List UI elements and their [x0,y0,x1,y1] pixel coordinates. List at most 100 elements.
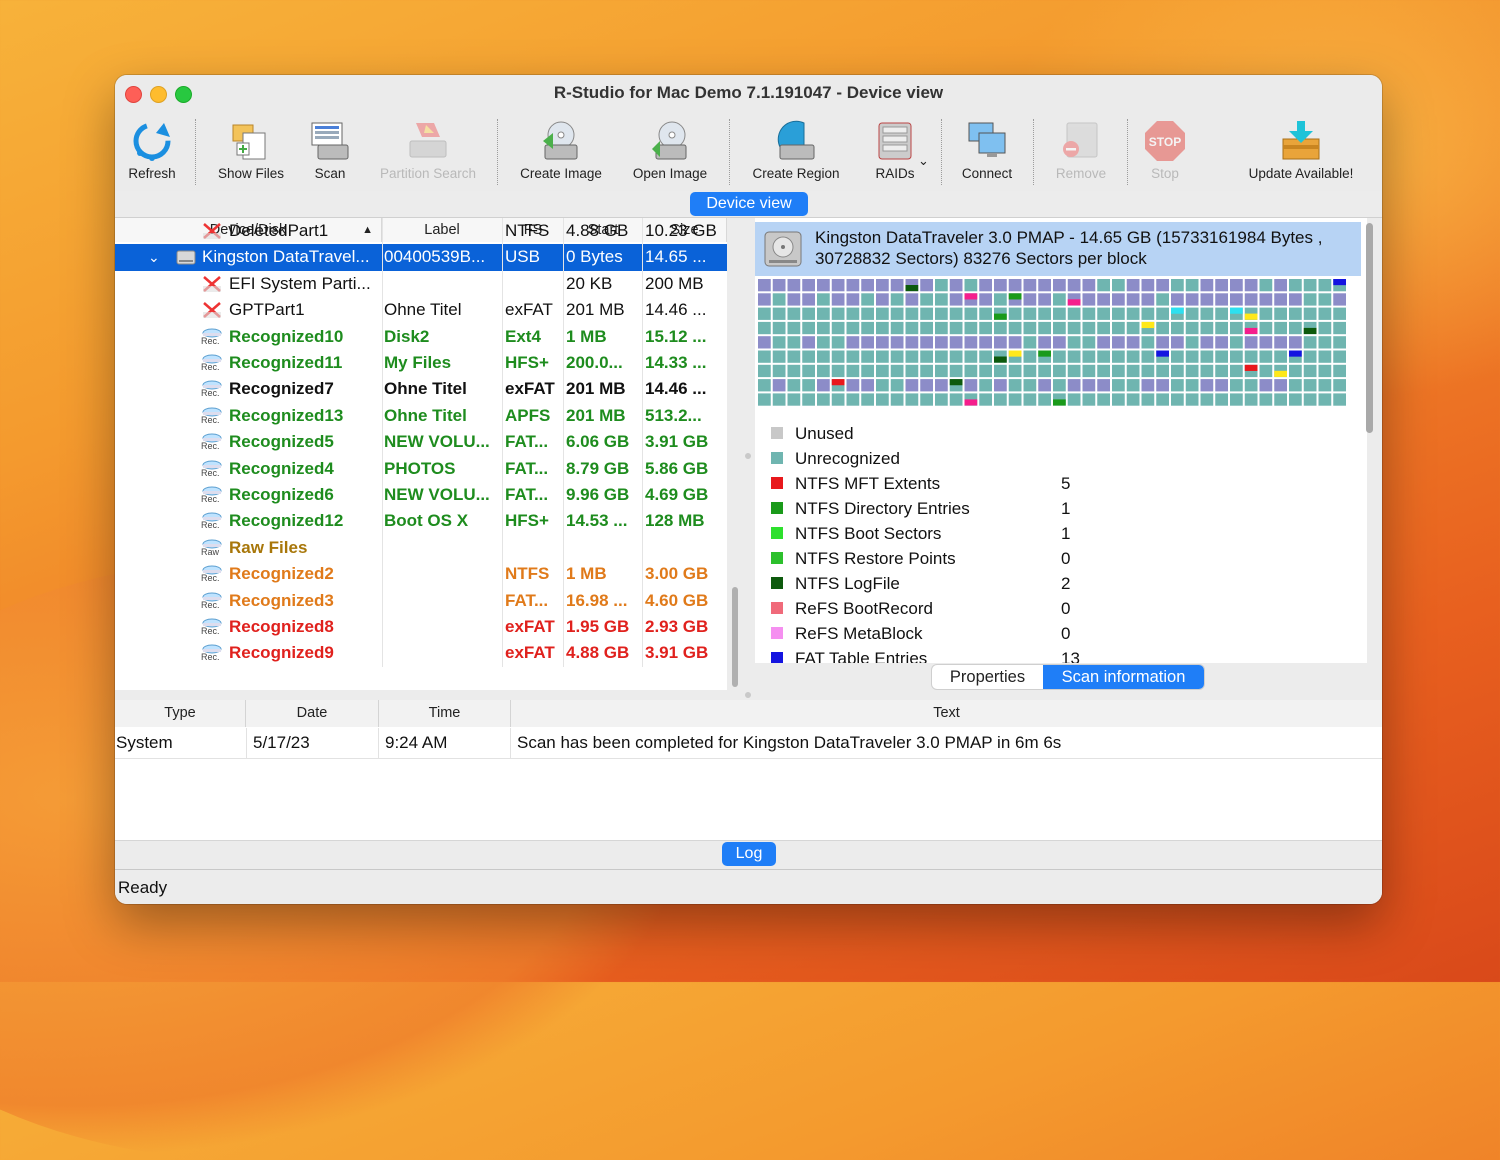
log-column-date[interactable]: Date [246,700,379,727]
disk-block [758,279,771,292]
log-column-time[interactable]: Time [379,700,511,727]
disk-block [1038,279,1051,292]
legend-item: Unused [771,421,1111,446]
splitter-handle[interactable] [745,692,751,698]
connect-button[interactable]: Connect [953,113,1021,191]
table-row[interactable]: Rec. Recognized9 exFAT 4.88 GB 3.91 GB [115,640,727,667]
disk-block [920,393,933,406]
legend-item: FAT Table Entries 13 [771,646,1111,663]
disk-block [861,364,874,378]
tab-device-view[interactable]: Device view [690,192,808,216]
legend-swatch [771,652,783,663]
create-region-button[interactable]: Create Region [743,113,849,191]
log-type: System [116,728,247,758]
table-row[interactable]: Rec. Recognized2 NTFS 1 MB 3.00 GB [115,561,727,588]
disk-block [1053,350,1066,363]
disk-block-marker [1008,293,1022,300]
table-row[interactable]: Rec. Recognized6 NEW VOLU... FAT... 9.96 GB 4… [115,482,727,509]
disk-block [949,336,963,349]
disk-block [1067,379,1081,392]
scan-button[interactable]: Scan [301,113,359,191]
device-table-scrollbar[interactable] [732,587,738,687]
scan-panel-scrollbar[interactable] [1366,223,1373,433]
disk-block [1289,379,1302,392]
chevron-down-icon[interactable]: ⌄ [918,153,929,169]
maximize-window-button[interactable] [175,86,192,103]
disk-block [758,393,771,406]
legend-item: ReFS BootRecord 0 [771,596,1111,621]
tab-properties[interactable]: Properties [932,665,1043,689]
device-size: 14.33 ... [645,353,707,372]
disk-block [1185,279,1199,292]
table-row[interactable]: Rec. Recognized12 Boot OS X HFS+ 14.53 ... 12… [115,508,727,535]
disk-block [1023,279,1037,292]
disk-block [772,321,786,335]
disk-block [1185,321,1199,335]
tab-log[interactable]: Log [722,842,776,866]
toolbar-divider [1033,119,1034,185]
log-column-text[interactable]: Text [511,700,1382,727]
device-name: Kingston DataTravel... [202,244,383,271]
table-row[interactable]: Rec. Recognized4 PHOTOS FAT... 8.79 GB 5.86 G… [115,455,727,482]
update-available-button[interactable]: Update Available! [1237,113,1365,191]
disk-block [1097,350,1110,363]
device-fs: exFAT [503,297,564,324]
device-size: 5.86 GB [645,458,709,478]
table-row[interactable]: Rec. Recognized8 exFAT 1.95 GB 2.93 GB [115,614,727,641]
legend-value: 13 [1061,649,1080,663]
table-row[interactable]: GPTPart1 Ohne Titel exFAT 201 MB 14.46 ... [115,297,727,324]
open-image-button[interactable]: Open Image [623,113,717,191]
table-row[interactable]: Rec. Recognized10 Disk2 Ext4 1 MB 15.12 ... [115,323,727,350]
table-row[interactable]: Raw Raw Files [115,534,727,562]
disk-block [920,364,933,378]
show-files-button[interactable]: Show Files [211,113,291,191]
disk-block [1156,364,1169,378]
disk-map[interactable] [757,278,1353,408]
disk-block [964,364,978,378]
disk-block [1067,321,1081,335]
disk-block [1303,379,1317,392]
partition-search-button[interactable]: Partition Search [367,113,489,191]
raids-button[interactable]: RAIDs [863,113,927,191]
chevron-down-icon[interactable]: ⌄ [148,244,160,270]
disk-block [1156,293,1169,306]
disk-block [1215,393,1228,406]
disk-block [1274,293,1287,306]
disk-block-marker [994,313,1007,320]
remove-button[interactable]: Remove [1045,113,1117,191]
disk-block [772,379,786,392]
table-row[interactable]: ⌄ Kingston DataTravel... 00400539B... USB 0 … [115,244,727,271]
legend-name: Unused [795,424,854,443]
table-row[interactable]: EFI System Parti... 20 KB 200 MB [115,270,727,298]
table-row[interactable]: Rec. Recognized7 Ohne Titel exFAT 201 MB 14.4… [115,376,727,403]
disk-info-header: Kingston DataTraveler 3.0 PMAP - 14.65 G… [755,222,1361,276]
device-name: Recognized10 [229,323,383,350]
row-tag: Raw [201,546,220,557]
create-image-button[interactable]: Create Image [511,113,611,191]
disk-block [935,293,948,306]
close-window-button[interactable] [125,86,142,103]
table-row[interactable]: Rec. Recognized13 Ohne Titel APFS 201 MB 513.… [115,402,727,430]
log-row[interactable]: System 5/17/23 9:24 AM Scan has been com… [115,728,1382,759]
minimize-window-button[interactable] [150,86,167,103]
disk-block [1171,279,1184,292]
disk-block [1023,393,1037,406]
table-row[interactable]: DeletedPart1 NTFS 4.88 GB 10.23 GB [115,218,727,245]
disk-block [890,379,904,392]
disk-block [817,393,830,406]
tab-scan-information[interactable]: Scan information [1043,665,1204,689]
refresh-button[interactable]: Refresh [117,113,187,191]
disk-block [1053,307,1066,320]
log-column-type[interactable]: Type [115,700,246,727]
disk-block [1200,293,1214,306]
stop-button[interactable]: STOP Stop [1137,113,1193,191]
device-label: My Files [382,350,503,377]
table-row[interactable]: Rec. Recognized11 My Files HFS+ 200.0... 14.3… [115,350,727,377]
disk-block [1171,364,1184,378]
table-row[interactable]: Rec. Recognized5 NEW VOLU... FAT... 6.06 GB 3… [115,429,727,456]
disk-block [1200,279,1214,292]
table-row[interactable]: Rec. Recognized3 FAT... 16.98 ... 4.60 GB [115,587,727,614]
splitter-handle[interactable] [745,453,751,459]
update-available-label: Update Available! [1248,166,1354,181]
disk-block [920,336,933,349]
